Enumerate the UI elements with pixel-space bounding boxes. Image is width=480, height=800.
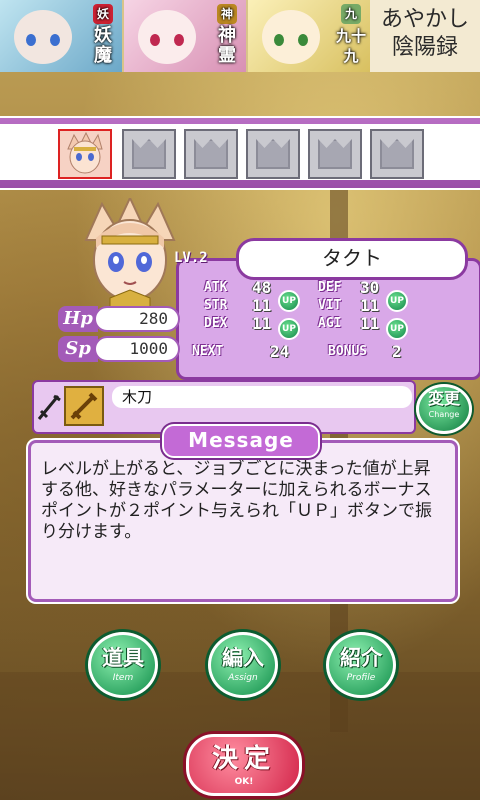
next-label: NEXT <box>192 344 224 359</box>
stat-dex-label: DEX <box>204 316 228 331</box>
stat-def-label: DEF <box>318 280 342 295</box>
hp-value: 280 <box>94 306 180 332</box>
message-box[interactable]: レベルが上がると、ジョブごとに決まった値が上昇する他、好きなパラメーターに加えら… <box>28 440 458 602</box>
party-slot-3[interactable] <box>184 129 238 179</box>
item-button[interactable]: 道具 Item <box>88 632 158 698</box>
profile-sublabel: Profile <box>346 673 376 683</box>
crest-icon: 九 <box>341 4 361 24</box>
change-weapon-button[interactable]: 変更 Change <box>416 384 472 434</box>
weapon-name: 木刀 <box>112 386 412 408</box>
party-slot-6[interactable] <box>370 129 424 179</box>
eye <box>174 34 184 46</box>
item-sublabel: Item <box>112 673 134 683</box>
sp-label: Sp <box>58 336 98 362</box>
logo-line-2: 陰陽録 <box>391 35 458 60</box>
game-logo[interactable]: あやかし 陰陽録 <box>370 0 480 72</box>
bonus-value: 2 <box>392 342 402 361</box>
character-tag: 妖 妖 魔 <box>88 4 118 68</box>
party-slots-container <box>0 124 480 180</box>
wooden-sword-icon <box>64 386 104 426</box>
stat-str-value: 11 <box>252 296 272 315</box>
assign-sublabel: Assign <box>228 673 258 683</box>
tag-line-1: 九十 <box>336 27 367 45</box>
eye <box>274 34 284 46</box>
bonus-label: BONUS <box>328 344 368 359</box>
banner-character-tsukumo[interactable]: 九 九十 九 <box>248 0 370 72</box>
banner-character-shinrei[interactable]: 神 神 霊 <box>124 0 246 72</box>
stat-agi-label: AGI <box>318 316 342 331</box>
hp-row: Hp 280 <box>58 306 180 332</box>
change-sublabel: Change <box>428 410 460 419</box>
vit-up-button[interactable]: UP <box>386 290 408 312</box>
confirm-button[interactable]: 決定 OK! <box>186 734 302 796</box>
character-tag: 九 九十 九 <box>336 4 366 68</box>
assign-button[interactable]: 編入 Assign <box>208 632 278 698</box>
tag-line-2: 霊 <box>218 45 236 66</box>
tag-line-2: 魔 <box>94 45 112 66</box>
hp-label: Hp <box>58 306 98 332</box>
sp-row: Sp 1000 <box>58 336 180 362</box>
party-slot-4[interactable] <box>246 129 300 179</box>
str-up-button[interactable]: UP <box>278 290 300 312</box>
eye <box>50 34 60 46</box>
message-text: レベルが上がると、ジョブごとに決まった値が上昇する他、好きなパラメーターに加えら… <box>41 459 432 542</box>
top-banner: 妖 妖 魔 神 神 霊 九 九十 九 あやかし 陰陽録 <box>0 0 480 72</box>
character-portrait <box>0 0 86 72</box>
confirm-sublabel: OK! <box>234 777 254 787</box>
party-slot-5[interactable] <box>308 129 362 179</box>
profile-label: 紹介 <box>340 646 382 670</box>
stat-agi-value: 11 <box>360 314 380 333</box>
next-value: 24 <box>270 342 290 361</box>
stat-def-value: 30 <box>360 278 380 297</box>
stat-atk-value: 48 <box>252 278 272 297</box>
eye <box>150 34 160 46</box>
face-shape <box>138 10 196 64</box>
stat-atk-label: ATK <box>204 280 228 295</box>
member-thumb-icon <box>67 131 103 174</box>
eye <box>298 34 308 46</box>
item-label: 道具 <box>102 646 144 670</box>
tag-line-1: 妖 <box>94 25 112 46</box>
profile-button[interactable]: 紹介 Profile <box>326 632 396 698</box>
banner-character-youma[interactable]: 妖 妖 魔 <box>0 0 122 72</box>
character-portrait <box>124 0 210 72</box>
party-strip <box>0 116 480 190</box>
crest-icon: 妖 <box>93 4 113 24</box>
stat-vit-value: 11 <box>360 296 380 315</box>
crest-icon: 神 <box>217 4 237 24</box>
face-shape <box>262 10 320 64</box>
sp-value: 1000 <box>94 336 180 362</box>
eye <box>26 34 36 46</box>
agi-up-button[interactable]: UP <box>386 318 408 340</box>
character-tag: 神 神 霊 <box>212 4 242 68</box>
level-label: LV.2 <box>174 250 208 266</box>
sword-slot-icon <box>37 394 61 420</box>
party-slot-1[interactable] <box>58 129 112 179</box>
confirm-label: 決定 <box>211 744 276 774</box>
tag-line-1: 神 <box>218 25 236 46</box>
character-name: タクト <box>236 238 468 280</box>
tag-line-2: 九 <box>343 47 359 65</box>
logo-line-1: あやかし <box>380 7 469 32</box>
assign-label: 編入 <box>222 646 264 670</box>
character-portrait <box>248 0 334 72</box>
party-slot-2[interactable] <box>122 129 176 179</box>
message-title: Message <box>162 424 320 458</box>
dex-up-button[interactable]: UP <box>278 318 300 340</box>
face-shape <box>14 10 72 64</box>
change-label: 変更 <box>427 389 460 408</box>
stat-vit-label: VIT <box>318 298 342 313</box>
stat-str-label: STR <box>204 298 228 313</box>
stat-dex-value: 11 <box>252 314 272 333</box>
